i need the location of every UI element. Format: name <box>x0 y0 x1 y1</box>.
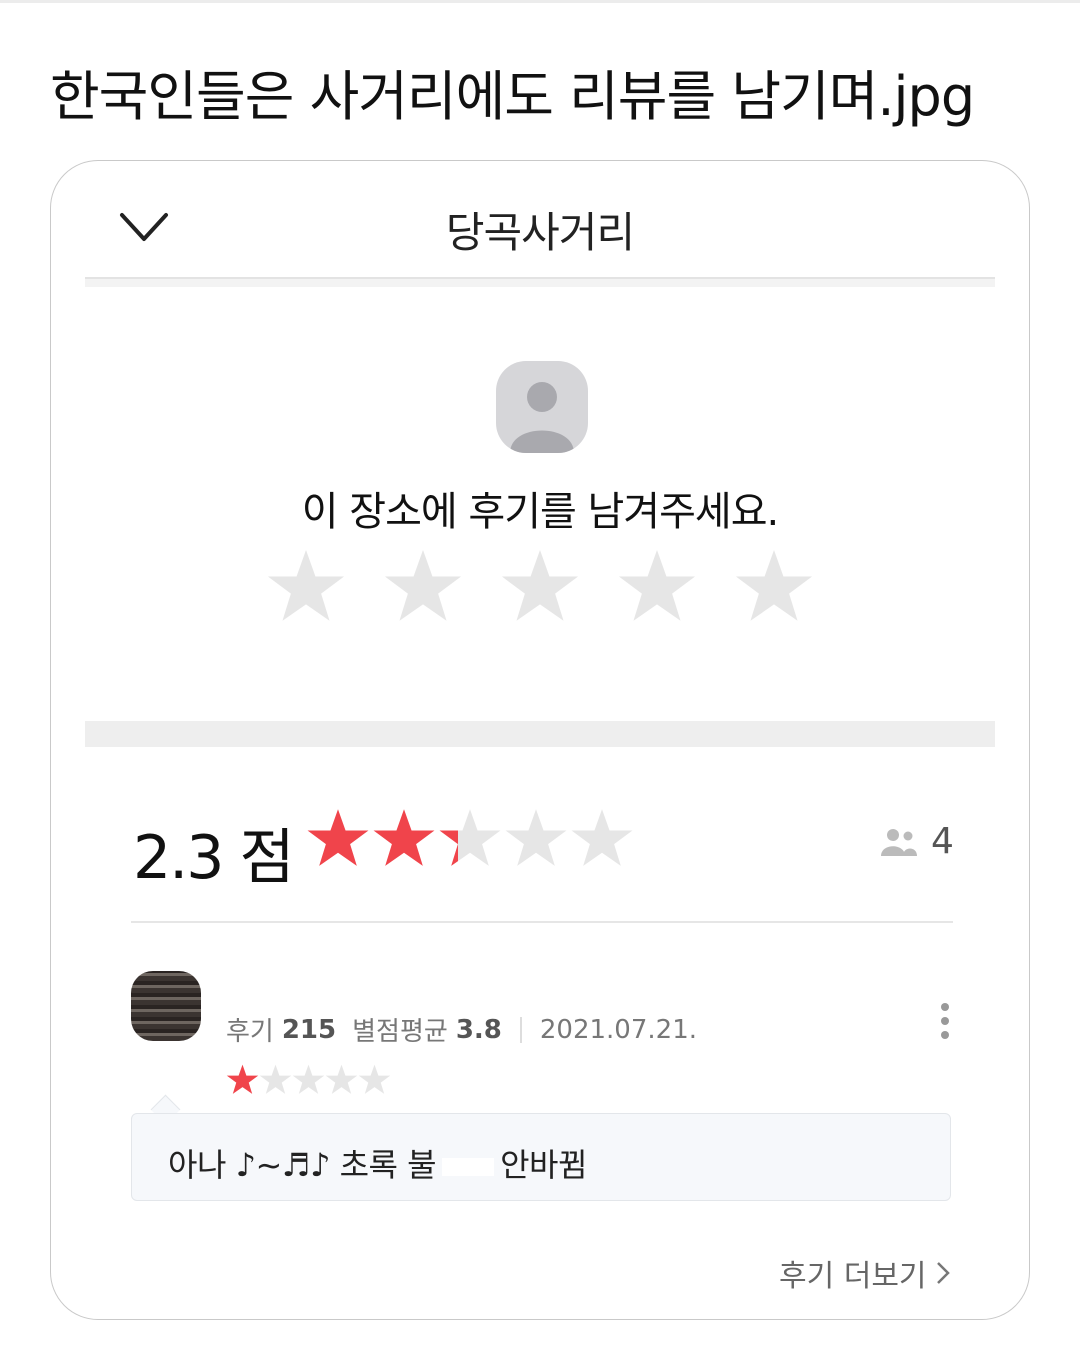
average-label: 별점평균 <box>352 1017 448 1047</box>
review-star-1 <box>226 1064 259 1094</box>
rate-star-3[interactable] <box>500 546 580 626</box>
average-star-2 <box>373 809 435 866</box>
average-score: 2.3 점 <box>133 823 295 893</box>
star-icon <box>618 550 696 621</box>
censored-text-block <box>442 1158 495 1176</box>
review-text-end: 안바뀜 <box>500 1146 587 1184</box>
review-count-value: 215 <box>281 1014 337 1045</box>
star-icon <box>735 550 813 621</box>
average-star-1 <box>307 809 369 866</box>
section-separator <box>85 721 995 747</box>
star-icon <box>384 550 462 621</box>
review-star-rating <box>226 1063 391 1096</box>
meta-separator <box>519 1016 522 1043</box>
review-star-4 <box>325 1064 358 1094</box>
people-icon <box>881 828 917 856</box>
more-reviews-label: 후기 더보기 <box>779 1259 927 1294</box>
header-divider-shadow <box>85 279 995 287</box>
average-star-3 <box>439 809 501 866</box>
top-divider <box>0 0 1080 3</box>
review-count-label: 후기 <box>226 1017 274 1047</box>
more-reviews-link[interactable]: 후기 더보기 <box>779 1251 951 1295</box>
review-text-bubble: 아나 ♪~♬♪ 초록 불 안바뀜 <box>131 1113 951 1201</box>
chevron-right-icon <box>936 1262 950 1284</box>
write-review-section: 이 장소에 후기를 남겨주세요. <box>51 291 1029 721</box>
summary-divider <box>131 921 953 923</box>
reviewer-count: 4 <box>879 821 954 862</box>
review-text-start: 아나 ♪~♬♪ 초록 불 <box>168 1146 437 1184</box>
place-review-card: 당곡사거리 이 장소에 후기를 남겨주세요. 2.3 점 4 후기 215 별점… <box>50 160 1030 1320</box>
average-star-5 <box>571 809 633 866</box>
review-prompt: 이 장소에 후기를 남겨주세요. <box>301 489 779 535</box>
average-value: 3.8 <box>455 1014 502 1045</box>
user-avatar-placeholder-icon <box>496 361 588 453</box>
review-star-5 <box>358 1064 391 1094</box>
rating-input-stars <box>266 546 814 626</box>
rating-summary: 2.3 점 4 <box>51 791 1029 893</box>
rate-star-4[interactable] <box>617 546 697 626</box>
card-header: 당곡사거리 <box>51 161 1029 279</box>
review-meta: 후기 215 별점평균 3.8 2021.07.21. <box>226 1011 697 1048</box>
review-star-2 <box>259 1064 292 1094</box>
review-date: 2021.07.21. <box>539 1014 698 1045</box>
review-star-3 <box>292 1064 325 1094</box>
rate-star-1[interactable] <box>266 546 346 626</box>
star-icon <box>267 550 345 621</box>
star-icon <box>501 550 579 621</box>
average-star-display <box>306 806 634 870</box>
reviewer-count-value: 4 <box>931 821 954 862</box>
reviewer-avatar[interactable] <box>131 971 201 1041</box>
more-options-icon[interactable] <box>933 1003 957 1045</box>
average-star-4 <box>505 809 567 866</box>
rate-star-5[interactable] <box>734 546 814 626</box>
place-name: 당곡사거리 <box>445 208 635 257</box>
post-title: 한국인들은 사거리에도 리뷰를 남기며.jpg <box>50 65 975 128</box>
rate-star-2[interactable] <box>383 546 463 626</box>
